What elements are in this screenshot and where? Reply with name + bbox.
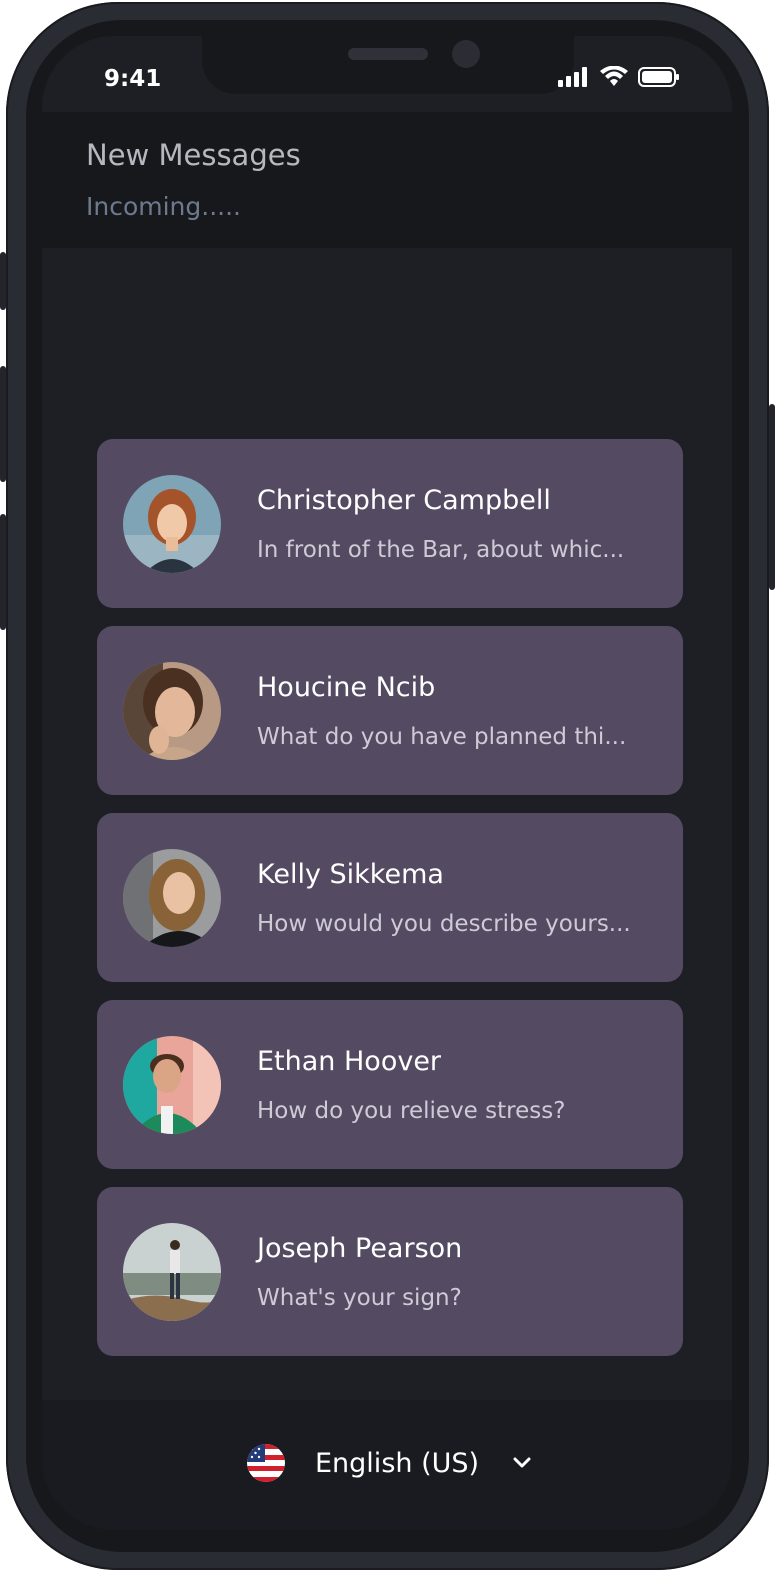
avatar xyxy=(123,1036,221,1134)
message-card[interactable]: Houcine Ncib What do you have planned th… xyxy=(97,626,683,795)
contact-name: Houcine Ncib xyxy=(257,672,436,703)
contact-name: Christopher Campbell xyxy=(257,485,551,516)
avatar xyxy=(123,849,221,947)
avatar xyxy=(123,662,221,760)
contact-name: Ethan Hoover xyxy=(257,1046,442,1077)
contact-name: Kelly Sikkema xyxy=(257,859,444,890)
message-card[interactable]: Christopher Campbell In front of the Bar… xyxy=(97,439,683,608)
volume-down-button xyxy=(0,514,6,630)
speaker xyxy=(348,48,428,60)
volume-up-button xyxy=(0,366,6,482)
message-card[interactable]: Kelly Sikkema How would you describe you… xyxy=(97,813,683,982)
front-camera xyxy=(452,40,480,68)
header: New Messages Incoming..... xyxy=(42,112,732,248)
avatar xyxy=(123,1223,221,1321)
chevron-down-icon xyxy=(513,1457,531,1468)
status-time: 9:41 xyxy=(104,66,162,92)
us-flag-icon xyxy=(247,1444,285,1482)
cellular-signal-icon xyxy=(558,67,587,87)
contact-name: Joseph Pearson xyxy=(257,1233,463,1264)
page-title: New Messages xyxy=(86,138,301,172)
message-preview: How would you describe yours... xyxy=(257,911,631,937)
status-icons xyxy=(558,66,680,88)
language-selector[interactable]: English (US) xyxy=(247,1444,531,1482)
message-card[interactable]: Ethan Hoover How do you relieve stress? xyxy=(97,1000,683,1169)
screen: 9:41 New Messages Incoming..... Christop… xyxy=(42,36,732,1530)
message-card[interactable]: Joseph Pearson What's your sign? xyxy=(97,1187,683,1356)
avatar xyxy=(123,475,221,573)
notch xyxy=(202,36,574,94)
language-label: English (US) xyxy=(315,1447,480,1479)
footer: English (US) xyxy=(42,1400,732,1530)
message-preview: What's your sign? xyxy=(257,1285,462,1311)
message-preview: How do you relieve stress? xyxy=(257,1098,566,1124)
page-subtitle: Incoming..... xyxy=(86,192,242,221)
power-button xyxy=(769,404,775,590)
message-preview: In front of the Bar, about whic... xyxy=(257,537,625,563)
battery-icon xyxy=(638,67,679,87)
message-preview: What do you have planned thi... xyxy=(257,724,627,750)
mute-switch xyxy=(0,252,6,310)
wifi-icon xyxy=(600,66,628,86)
